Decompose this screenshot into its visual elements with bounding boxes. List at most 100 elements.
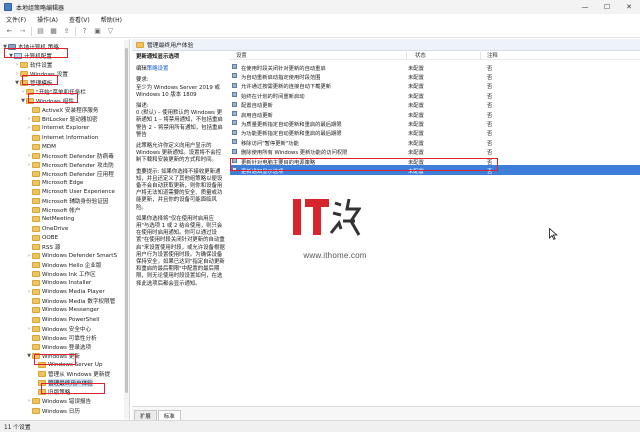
tree-item-label: Microsoft Defender 应用程 (42, 171, 114, 178)
tree-item-label: Microsoft Defender 攻击防 (42, 162, 114, 169)
show-hide-tree-icon[interactable]: ▦ (49, 27, 58, 36)
policy-state: 未配置 (408, 74, 424, 81)
tree-item[interactable]: Windows 可靠性分析 (26, 333, 97, 342)
column-state[interactable]: 状态 (415, 51, 426, 59)
important-text: 重要提示: 如果你选择不接收更新通知，并且还定义了其他组策略以便设备不会自动获取… (136, 168, 223, 211)
policy-comment: 否 (487, 121, 493, 128)
tree-item[interactable]: Windows PowerShell (26, 315, 99, 324)
tree-item[interactable]: Microsoft User Experience (26, 188, 115, 197)
list-header: 设置 状态 注释 (230, 51, 640, 60)
tree-item[interactable]: OneDrive (26, 224, 68, 233)
policy-state: 未配置 (408, 84, 424, 91)
policy-row[interactable]: 允许通过按需更新的连接自动下载更新 未配置 否 (230, 81, 640, 90)
watermark-url: www.ithome.com (303, 251, 367, 260)
tree-scrollbar-thumb[interactable] (125, 48, 128, 393)
tree-item[interactable]: OOBE (26, 233, 58, 242)
menu-view[interactable]: 查看(V) (69, 15, 90, 24)
policy-row[interactable]: 配置自动更新 未配置 否 (230, 100, 640, 109)
column-divider[interactable] (480, 52, 481, 59)
policy-state: 未配置 (408, 131, 424, 138)
tree-item[interactable]: › Windows Media Player (26, 288, 105, 297)
policy-setting-icon (232, 101, 237, 107)
folder-icon (32, 161, 40, 168)
tree-item[interactable]: › Windows Defender SmartS (26, 251, 117, 260)
policy-comment: 否 (487, 112, 493, 119)
description-text: 0 (默认) – 使用默认的 Windows 更新通知 1 – 将禁用通知，不包… (136, 110, 223, 138)
tree-item[interactable]: Windows Hello 企业版 (26, 260, 102, 269)
tree-item[interactable]: 管理从 Windows 更新提 (32, 370, 110, 379)
tree-item[interactable]: Microsoft 帐户 (26, 206, 80, 215)
folder-icon (32, 325, 40, 332)
policy-row[interactable]: 为质量更新指定自动更新和重启的最后期限 未配置 否 (230, 118, 640, 128)
tree-item[interactable]: RSS 源 (26, 242, 60, 251)
policy-row[interactable]: 移除访问"暂停更新"功能 未配置 否 (230, 137, 640, 147)
policy-row[interactable]: 启用自动更新 未配置 否 (230, 109, 640, 119)
highlight-admin-templates (22, 75, 58, 85)
tree-item-label: Microsoft 辅助身份验证因 (42, 199, 109, 206)
column-divider[interactable] (406, 52, 407, 59)
maximize-button[interactable]: ☐ (596, 0, 618, 14)
tab-extended[interactable]: 扩展 (134, 410, 157, 420)
forward-icon[interactable]: → (18, 27, 27, 36)
tree-item[interactable]: Windows Ink 工作区 (26, 270, 96, 279)
tree-item-label: Windows 错误报告 (42, 399, 92, 406)
folder-icon (32, 307, 40, 314)
tree-item[interactable]: › Windows 错误报告 (26, 397, 91, 406)
up-folder-icon[interactable]: ▤ (36, 27, 45, 36)
tree-item[interactable]: › Microsoft Defender 攻击防 (26, 160, 114, 169)
menu-action[interactable]: 操作(A) (37, 15, 58, 24)
policy-row[interactable]: 在使用时段关闭针对更新的自动重启 未配置 否 (230, 62, 640, 72)
back-icon[interactable]: ← (5, 27, 14, 36)
policy-setting-icon (232, 111, 237, 116)
column-setting[interactable]: 设置 (236, 51, 247, 59)
tree-item[interactable]: Windows 日历 (26, 406, 80, 415)
tree-item-label: 管理从 Windows 更新提 (48, 372, 111, 379)
folder-icon (32, 125, 40, 132)
tree-item-label: MDM (42, 143, 56, 150)
minimize-button[interactable]: — (574, 0, 596, 14)
tree-item[interactable]: ActiveX 安装程序服务 (26, 106, 98, 115)
tree-item[interactable]: Windows 登录选项 (26, 342, 91, 351)
tree-item[interactable]: MDM (26, 142, 56, 151)
tree-item[interactable]: Windows Messenger (26, 306, 99, 315)
policy-state: 未配置 (408, 140, 424, 147)
help-icon[interactable]: ▣ (93, 27, 102, 36)
menu-help[interactable]: 帮助(H) (101, 15, 122, 24)
policy-row[interactable]: 删除使用所有 Windows 更新功能的访问权限 未配置 否 (230, 147, 640, 156)
column-comment[interactable]: 注释 (487, 51, 498, 59)
close-button[interactable]: ✕ (618, 0, 640, 14)
tree-scrollbar[interactable] (124, 40, 129, 419)
tree-item[interactable]: Microsoft Defender 应用程 (26, 169, 114, 178)
edit-policy-link[interactable]: 策略设置 (147, 66, 169, 72)
tree-item[interactable]: Microsoft Edge (26, 179, 83, 188)
tree-item[interactable]: Windows Installer (26, 279, 91, 288)
policy-state: 未配置 (408, 121, 424, 128)
tree-item[interactable]: › Internet Explorer (26, 124, 89, 133)
export-list-icon[interactable]: ⇪ (62, 27, 71, 36)
policy-row[interactable]: 为自动重新启动指定使用时段范围 未配置 否 (230, 71, 640, 81)
tree-item[interactable]: Internet Information (26, 133, 98, 142)
highlight-windows-update (34, 354, 76, 365)
tree-item[interactable]: Microsoft 辅助身份验证因 (26, 197, 108, 206)
tree-item-label: NetMeeting (42, 216, 75, 223)
policy-row[interactable]: 始终在计划的时间重新启动 未配置 否 (230, 90, 640, 100)
tab-standard[interactable]: 标准 (157, 410, 181, 420)
policy-row[interactable]: 为功能更新指定自动更新和重启的最后期限 未配置 否 (230, 128, 640, 137)
policy-comment: 否 (487, 74, 493, 81)
properties-icon[interactable]: ? (80, 27, 89, 36)
tree-item[interactable]: › BitLocker 驱动器加密 (26, 115, 98, 124)
tree-item[interactable]: › 软件设置 (14, 60, 52, 69)
toolbar-separator (75, 26, 76, 36)
folder-icon (32, 216, 40, 223)
tree-item[interactable]: NetMeeting (26, 215, 74, 224)
menu-file[interactable]: 文件(F) (6, 15, 26, 24)
policy-state: 未配置 (408, 103, 424, 110)
highlight-computer-config (4, 48, 68, 58)
filter-icon[interactable]: ▽ (106, 27, 115, 36)
tree-item[interactable]: › Microsoft Defender 防病毒 (26, 151, 114, 160)
toolbar-separator (31, 26, 32, 36)
policy-comment: 否 (487, 103, 493, 110)
tree-item[interactable]: › Windows 安全中心 (26, 324, 91, 333)
tree-item[interactable]: Windows Media 数字权限管 (26, 297, 115, 306)
app-icon (4, 3, 12, 11)
